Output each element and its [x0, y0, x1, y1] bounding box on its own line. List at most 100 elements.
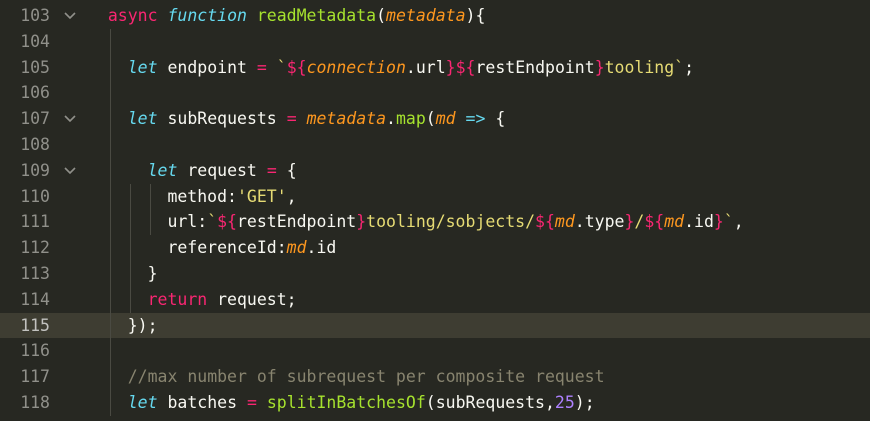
- code-token: }: [624, 212, 635, 232]
- code-line-105[interactable]: 105 let endpoint = `${connection.url}${re…: [0, 55, 870, 81]
- code-editor[interactable]: 103 async function readMetadata(metadata)…: [0, 0, 870, 421]
- code-line-104[interactable]: 104: [0, 29, 870, 55]
- code-token: `: [276, 57, 287, 77]
- line-number: 106: [20, 83, 50, 103]
- code-text: });: [128, 313, 158, 339]
- line-number: 112: [20, 238, 50, 258]
- code-token: }: [594, 57, 605, 77]
- code-token: map: [395, 109, 426, 129]
- line-number: 109: [20, 160, 50, 180]
- code-token: `: [207, 212, 218, 232]
- code-text: let batches = splitInBatchesOf(subReques…: [128, 390, 595, 416]
- fold-chevron-icon[interactable]: [62, 158, 78, 184]
- code-token: method:: [167, 186, 237, 206]
- code-token: .: [386, 109, 396, 129]
- code-token: ${: [286, 57, 307, 77]
- code-text: async function readMetadata(metadata){: [108, 3, 486, 29]
- line-number: 105: [20, 57, 50, 77]
- code-token: .id: [684, 212, 714, 232]
- line-number: 108: [20, 135, 50, 154]
- code-token: //max number of subrequest per composite…: [127, 367, 605, 387]
- code-token: async: [107, 6, 168, 25]
- line-number: 107: [20, 109, 50, 129]
- code-text: let request = {: [148, 158, 297, 184]
- code-token: md: [435, 109, 466, 129]
- code-token: ${: [535, 212, 555, 232]
- code-token: (subRequests,: [425, 393, 555, 412]
- indent-guide: [109, 28, 111, 416]
- code-line-117[interactable]: 117 //max number of subrequest per compos…: [0, 364, 870, 390]
- code-token: =: [256, 57, 277, 77]
- code-token: let: [127, 109, 168, 129]
- code-text: //max number of subrequest per composite…: [128, 364, 605, 390]
- code-token: md: [554, 212, 575, 232]
- line-number: 110: [20, 186, 50, 206]
- code-token: metadata: [306, 109, 387, 129]
- code-token: md: [286, 238, 307, 258]
- indent-guide: [149, 183, 151, 236]
- code-token: (: [425, 109, 436, 129]
- code-token: request: [187, 160, 267, 180]
- code-token: ){: [465, 6, 486, 25]
- code-token: url:: [167, 212, 208, 232]
- line-number: 113: [20, 264, 50, 283]
- code-line-107[interactable]: 107 let subRequests = metadata.map(md => …: [0, 106, 870, 132]
- code-token: readMetadata: [256, 6, 377, 25]
- line-number: 114: [20, 289, 50, 309]
- code-token: metadata: [386, 6, 466, 25]
- line-number: 118: [20, 393, 50, 412]
- code-token: =>: [465, 109, 496, 129]
- code-text: }: [148, 261, 158, 287]
- code-token: let: [127, 57, 168, 77]
- code-line-116[interactable]: 116: [0, 338, 870, 364]
- code-line-103[interactable]: 103 async function readMetadata(metadata)…: [0, 3, 870, 29]
- code-token: let: [127, 393, 168, 412]
- code-token: tooling/sobjects/: [366, 212, 536, 232]
- code-token: .id: [306, 238, 337, 258]
- code-text: let subRequests = metadata.map(md => {: [128, 106, 506, 132]
- code-token: subRequests: [167, 109, 287, 129]
- code-line-118[interactable]: 118 let batches = splitInBatchesOf(subReq…: [0, 390, 870, 416]
- fold-chevron-icon[interactable]: [62, 106, 78, 132]
- code-token: ${: [455, 57, 476, 77]
- code-token: .url: [405, 57, 446, 77]
- indent-guide: [129, 183, 131, 313]
- code-token: =: [266, 160, 287, 180]
- code-token: (: [376, 6, 387, 25]
- code-text: url:`${restEndpoint}tooling/sobjects/${m…: [167, 209, 743, 235]
- code-token: ${: [644, 212, 665, 232]
- line-number: 117: [20, 367, 50, 387]
- code-token: request;: [217, 289, 297, 309]
- code-token: return: [147, 289, 218, 309]
- fold-chevron-icon[interactable]: [62, 3, 78, 29]
- code-token: 25: [554, 393, 575, 412]
- line-number: 104: [20, 31, 50, 51]
- code-token: `: [723, 212, 734, 232]
- code-token: 'GET': [236, 186, 287, 206]
- code-token: );: [574, 393, 595, 412]
- code-line-108[interactable]: 108: [0, 132, 870, 158]
- code-text: return request;: [148, 287, 297, 313]
- code-token: referenceId:: [167, 238, 287, 258]
- code-text: method:'GET',: [167, 184, 296, 210]
- code-token: tooling`: [604, 57, 685, 77]
- line-number: 103: [20, 6, 50, 25]
- code-token: endpoint: [167, 57, 257, 77]
- code-line-109[interactable]: 109 let request = {: [0, 158, 870, 184]
- code-token: }: [356, 212, 367, 232]
- code-token: /: [634, 212, 645, 232]
- code-token: restEndpoint: [237, 212, 357, 232]
- line-number: 116: [20, 341, 50, 361]
- code-token: {: [286, 160, 297, 180]
- line-number: 111: [20, 212, 50, 232]
- code-token: =: [246, 393, 267, 412]
- code-token: ${: [217, 212, 237, 232]
- code-token: ;: [684, 57, 695, 77]
- code-token: =: [286, 109, 307, 129]
- code-line-106[interactable]: 106: [0, 80, 870, 106]
- code-token: ,: [286, 186, 297, 206]
- code-token: ,: [733, 212, 744, 232]
- code-token: });: [127, 315, 158, 335]
- code-line-115[interactable]: 115});: [0, 312, 870, 339]
- line-number: 115: [20, 315, 50, 335]
